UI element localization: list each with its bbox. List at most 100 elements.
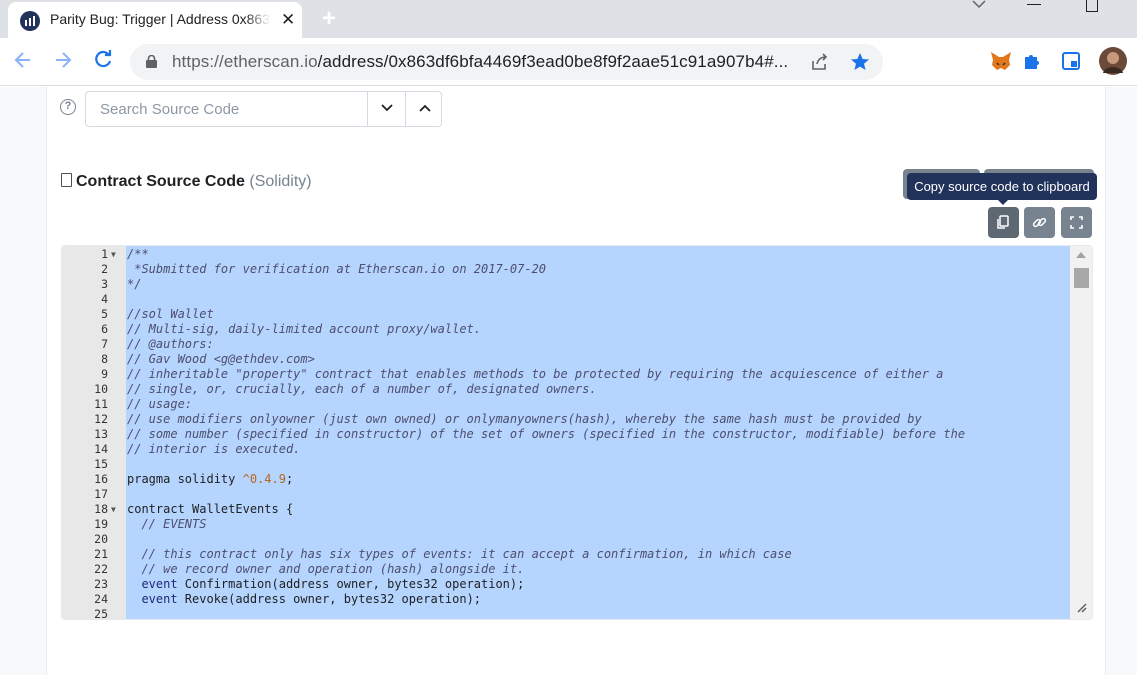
tab-search-chevron-icon[interactable] (971, 0, 987, 12)
browser-toolbar: https://etherscan.io/address/0x863df6bfa… (0, 38, 1137, 86)
browser-tab[interactable]: Parity Bug: Trigger | Address 0x863df6bf… (8, 2, 302, 38)
line-number: 13 (94, 427, 108, 441)
line-number: 5 (101, 307, 108, 321)
bookmark-star-icon[interactable] (850, 52, 870, 77)
code-event: event Confirmation(address owner, bytes3… (127, 577, 524, 592)
extensions-puzzle-icon[interactable] (1022, 51, 1042, 76)
link-source-button[interactable] (1024, 207, 1055, 238)
code-line: 11 // usage: (62, 397, 1070, 412)
code-line: 18 ▼ contract WalletEvents { (62, 502, 1070, 517)
address-bar[interactable]: https://etherscan.io/address/0x863df6bfa… (130, 44, 883, 80)
comment-text: *Submitted for verification at Etherscan… (127, 262, 547, 276)
copy-source-button[interactable] (988, 207, 1019, 238)
line-number: 20 (94, 532, 108, 546)
search-next-button[interactable] (367, 92, 405, 126)
forward-arrow-icon[interactable] (52, 49, 74, 77)
code-lines: 1 ▼/** 2 *Submitted for verification at Et… (62, 247, 1070, 620)
search-source-input[interactable] (86, 92, 367, 126)
fold-arrow-icon[interactable]: ▼ (111, 247, 116, 262)
source-code-editor[interactable]: 1 ▼/** 2 *Submitted for verification at Et… (61, 245, 1093, 620)
window-maximize-icon[interactable] (1086, 0, 1098, 12)
comment-text: //sol Wallet (127, 307, 214, 321)
pragma-version: ^0.4.9 (242, 472, 286, 486)
line-number: 17 (94, 487, 108, 501)
scroll-up-icon[interactable] (1076, 252, 1086, 258)
code-line: 4 (62, 292, 1070, 307)
code-line: 3 */ (62, 277, 1070, 292)
code-comment: // inheritable "property" contract that … (127, 367, 943, 382)
new-tab-icon[interactable]: + (322, 5, 336, 33)
code-line: 20 (62, 532, 1070, 547)
tab-close-icon[interactable]: ✕ (281, 10, 295, 30)
code-line: 13 // some number (specified in construct… (62, 427, 1070, 442)
contract-source-language: (Solidity) (249, 173, 312, 190)
contract-source-heading: Contract Source Code (Solidity) (61, 173, 312, 191)
line-number: 7 (101, 337, 108, 351)
code-comment: *Submitted for verification at Etherscan… (127, 262, 546, 277)
code-comment: // EVENTS (127, 517, 206, 532)
line-number: 4 (101, 292, 108, 306)
code-line: 17 (62, 487, 1070, 502)
comment-text: // usage: (127, 397, 193, 411)
line-number: 25 (94, 607, 108, 620)
fullscreen-source-button[interactable] (1061, 207, 1092, 238)
code-line: 15 (62, 457, 1070, 472)
page-background: ? Contract Source Code (Solidity) Copy s… (0, 87, 1137, 675)
code-line: 9 // inheritable "property" contract that… (62, 367, 1070, 382)
code-comment: // @authors: (127, 337, 214, 352)
code-comment: // usage: (127, 397, 192, 412)
back-arrow-icon[interactable] (12, 49, 34, 77)
code-line: 1 ▼ /** (62, 247, 1070, 262)
code-line: 8 // Gav Wood <g@ethdev.com> (62, 352, 1070, 367)
profile-avatar[interactable] (1099, 47, 1127, 80)
line-number: 6 (101, 322, 108, 336)
line-number: 10 (94, 382, 108, 396)
line-number: 11 (94, 397, 108, 411)
etherscan-favicon-icon (20, 11, 40, 31)
code-text: contract WalletEvents { (127, 502, 294, 516)
line-number: 9 (101, 367, 108, 381)
reload-icon[interactable] (92, 49, 114, 77)
code-line: 23 event Confirmation(address owner, byt… (62, 577, 1070, 592)
line-number: 22 (94, 562, 108, 576)
code-comment: // single, or, crucially, each of a numb… (127, 382, 597, 397)
resize-handle-icon[interactable] (1076, 602, 1088, 617)
chevron-down-icon (380, 104, 393, 112)
code-comment: // Multi-sig, daily-limited account prox… (127, 322, 481, 337)
code-line: 21 // this contract only has six types o… (62, 547, 1070, 562)
share-icon[interactable] (810, 52, 830, 77)
pragma-keyword: pragma solidity (127, 472, 243, 486)
file-code-icon (61, 173, 72, 187)
comment-text: // use modifiers onlyowner (just own own… (127, 412, 922, 426)
window-minimize-icon[interactable] (1027, 4, 1041, 5)
line-number: 12 (94, 412, 108, 426)
url-text[interactable]: https://etherscan.io/address/0x863df6bfa… (172, 52, 788, 72)
code-comment: // Gav Wood <g@ethdev.com> (127, 352, 315, 367)
help-question-icon[interactable]: ? (60, 99, 76, 115)
line-number: 14 (94, 442, 108, 456)
code-pragma: pragma solidity ^0.4.9; (127, 472, 293, 487)
vertical-scrollbar[interactable] (1070, 246, 1092, 619)
tab-title: Parity Bug: Trigger | Address 0x863df6bf… (50, 11, 270, 27)
fold-arrow-icon[interactable]: ▼ (111, 502, 116, 517)
line-number: 23 (94, 577, 108, 591)
search-prev-button[interactable] (405, 92, 443, 126)
comment-text: // inheritable "property" contract that … (127, 367, 944, 381)
code-line: 10 // single, or, crucially, each of a nu… (62, 382, 1070, 397)
comment-text: // Multi-sig, daily-limited account prox… (127, 322, 482, 336)
code-line: 6 // Multi-sig, daily-limited account pro… (62, 322, 1070, 337)
lock-icon[interactable] (146, 54, 157, 68)
line-number: 16 (94, 472, 108, 486)
code-card: ? Contract Source Code (Solidity) Copy s… (46, 87, 1106, 675)
code-comment: */ (127, 277, 141, 292)
code-line: 24 event Revoke(address owner, bytes32 o… (62, 592, 1070, 607)
event-signature: Revoke(address owner, bytes32 operation)… (177, 592, 482, 606)
sidebar-panel-icon[interactable] (1061, 51, 1081, 76)
line-number: 15 (94, 457, 108, 471)
code-comment: // use modifiers onlyowner (just own own… (127, 412, 922, 427)
metamask-fox-icon[interactable] (990, 51, 1012, 76)
scrollbar-thumb[interactable] (1074, 268, 1089, 288)
code-line: 14 // interior is executed. (62, 442, 1070, 457)
code-line: 25 (62, 607, 1070, 620)
pragma-terminator: ; (285, 472, 294, 486)
